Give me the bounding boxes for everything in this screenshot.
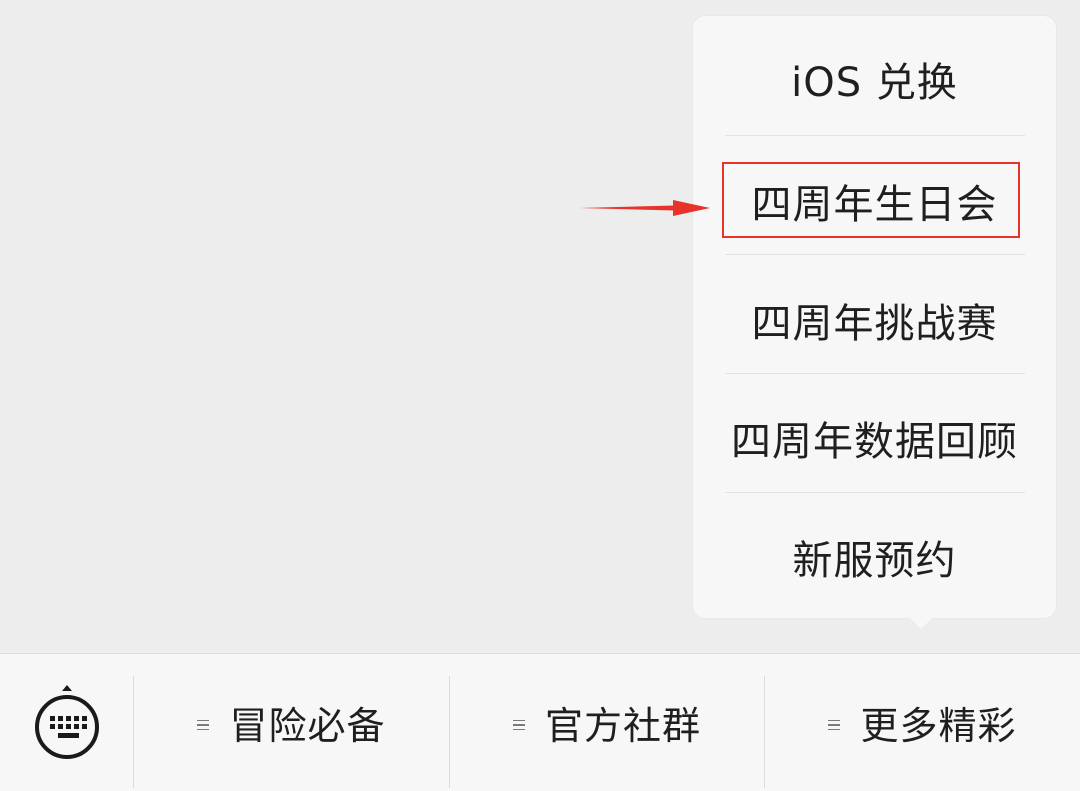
submenu-item-anniversary-party[interactable]: 四周年生日会 xyxy=(693,142,1056,260)
tab-official-community[interactable]: 官方社群 xyxy=(450,654,764,791)
menu-lines-icon xyxy=(512,717,525,733)
bottom-menu-bar: 冒险必备 官方社群 更多精彩 xyxy=(0,653,1080,791)
keyboard-icon xyxy=(34,684,99,759)
submenu-item-label: 四周年挑战赛 xyxy=(751,301,998,347)
submenu-item-label: 四周年数据回顾 xyxy=(731,419,1018,465)
tab-adventure-essentials[interactable]: 冒险必备 xyxy=(134,654,449,791)
menu-lines-icon xyxy=(197,717,210,733)
submenu-item-label: 新服预约 xyxy=(792,538,957,584)
submenu-divider xyxy=(725,135,1025,136)
submenu-divider xyxy=(725,254,1025,255)
submenu-item-label: 四周年生日会 xyxy=(751,182,998,228)
tab-label: 官方社群 xyxy=(544,704,701,748)
submenu-item-anniversary-challenge[interactable]: 四周年挑战赛 xyxy=(693,261,1056,379)
submenu-item-new-server-reservation[interactable]: 新服预约 xyxy=(693,498,1056,616)
submenu-item-label: iOS 兑换 xyxy=(791,60,958,106)
tab-more-highlights[interactable]: 更多精彩 xyxy=(765,654,1080,791)
tab-label: 冒险必备 xyxy=(229,704,386,748)
submenu-item-ios-exchange[interactable]: iOS 兑换 xyxy=(693,20,1056,138)
submenu-popup: iOS 兑换 四周年生日会 四周年挑战赛 四周年数据回顾 新服预约 xyxy=(693,16,1056,618)
keyboard-toggle-button[interactable] xyxy=(0,654,133,791)
submenu-divider xyxy=(725,373,1025,374)
submenu-divider xyxy=(725,492,1025,493)
menu-lines-icon xyxy=(828,717,841,733)
submenu-caret xyxy=(909,617,933,629)
arrow-icon xyxy=(580,200,710,216)
tab-label: 更多精彩 xyxy=(860,704,1017,748)
submenu-item-anniversary-data-review[interactable]: 四周年数据回顾 xyxy=(693,379,1056,497)
